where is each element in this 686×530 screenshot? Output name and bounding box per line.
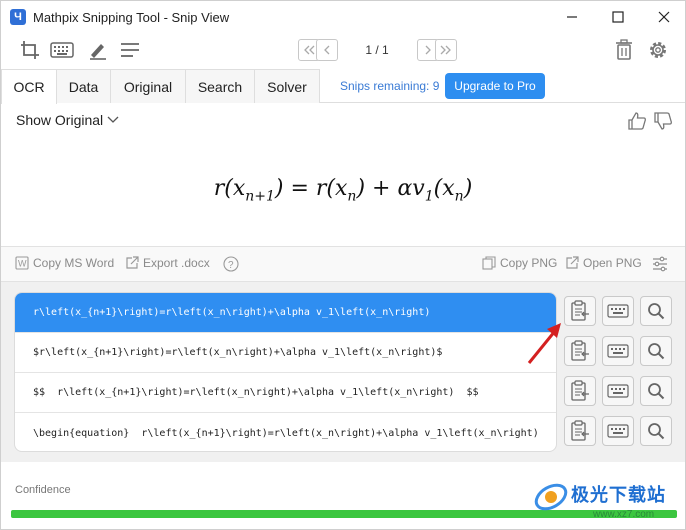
thumbs-down-icon	[654, 112, 672, 130]
pager-count: 1 / 1	[365, 43, 389, 57]
svg-text:?: ?	[228, 260, 234, 271]
keyboard-icon	[50, 42, 74, 58]
chevron-left-icon	[324, 45, 330, 55]
edit-result-button[interactable]	[602, 296, 634, 326]
result-tabs: OCR Data Original Search Solver Snips re…	[1, 69, 685, 104]
copy-result-button[interactable]	[564, 336, 596, 366]
external-link-icon	[566, 256, 579, 269]
upgrade-button[interactable]: Upgrade to Pro	[445, 73, 545, 99]
search-icon	[648, 343, 665, 360]
crop-snip-icon	[21, 41, 39, 59]
mathpix-logo-icon: Ч	[10, 9, 26, 25]
tab-data[interactable]: Data	[56, 69, 111, 103]
external-link-icon	[126, 256, 139, 269]
close-icon	[658, 11, 670, 23]
list-item[interactable]: $r\left(x_{n+1}\right)=r\left(x_n\right)…	[15, 333, 556, 373]
title-bar: Ч Mathpix Snipping Tool - Snip View	[1, 1, 685, 33]
help-icon: ?	[223, 256, 239, 272]
edit-result-button[interactable]	[602, 416, 634, 446]
list-item[interactable]: $$ r\left(x_{n+1}\right)=r\left(x_n\righ…	[15, 373, 556, 413]
svg-text:W: W	[18, 259, 27, 269]
copy-result-button[interactable]	[564, 296, 596, 326]
chevron-down-icon	[107, 116, 119, 123]
copy-icon	[482, 256, 496, 270]
maximize-button[interactable]	[595, 1, 641, 33]
watermark-url: www.xz7.com	[593, 509, 655, 520]
edit-result-button[interactable]	[602, 336, 634, 366]
tab-original[interactable]: Original	[110, 69, 186, 103]
clipboard-icon	[571, 380, 589, 401]
double-chevron-right-icon	[440, 45, 451, 55]
toolbar: 1 / 1	[1, 33, 685, 67]
thumbs-up-icon	[628, 112, 646, 130]
handwriting-button[interactable]	[85, 37, 111, 63]
watermark: 极光下载站 www.xz7.com	[525, 475, 686, 530]
minimize-icon	[567, 16, 577, 18]
open-png-button[interactable]: Open PNG	[565, 256, 642, 270]
thumbs-up-button[interactable]	[627, 111, 647, 131]
show-original-label: Show Original	[16, 112, 104, 128]
trash-icon	[616, 39, 632, 60]
format-settings-button[interactable]	[651, 255, 669, 273]
annotation-arrow-icon	[527, 323, 561, 364]
maximize-icon	[612, 11, 624, 23]
watermark-text: 极光下载站	[571, 485, 666, 505]
keyboard-icon	[607, 424, 629, 438]
show-original-toggle[interactable]: Show Original	[16, 112, 120, 128]
edit-result-button[interactable]	[602, 376, 634, 406]
pen-icon	[90, 44, 106, 60]
sliders-icon	[653, 256, 667, 272]
list-menu-icon	[121, 43, 139, 57]
chevron-right-icon	[425, 45, 431, 55]
copy-result-button[interactable]	[564, 376, 596, 406]
tab-search[interactable]: Search	[185, 69, 255, 103]
app-window: Ч Mathpix Snipping Tool - Snip View 1 / …	[0, 0, 686, 530]
watermark-logo-icon	[534, 483, 568, 511]
copy-result-button[interactable]	[564, 416, 596, 446]
window-title: Mathpix Snipping Tool - Snip View	[33, 9, 230, 25]
tab-ocr[interactable]: OCR	[1, 69, 57, 104]
search-result-button[interactable]	[640, 336, 672, 366]
keyboard-input-button[interactable]	[49, 37, 75, 63]
gear-icon	[650, 42, 666, 58]
rendered-formula: r(xn+1) = r(xn) + αv1(xn)	[213, 176, 473, 205]
minimize-button[interactable]	[549, 1, 595, 33]
double-chevron-left-icon	[304, 45, 315, 55]
search-result-button[interactable]	[640, 376, 672, 406]
search-result-button[interactable]	[640, 416, 672, 446]
new-snip-button[interactable]	[17, 37, 43, 63]
confidence-label: Confidence	[15, 484, 71, 496]
last-snip-button[interactable]	[435, 39, 457, 61]
list-item[interactable]: \begin{equation} r\left(x_{n+1}\right)=r…	[15, 413, 556, 451]
keyboard-icon	[607, 344, 629, 358]
thumbs-down-button[interactable]	[653, 111, 673, 131]
search-icon	[648, 383, 665, 400]
export-docx-button[interactable]: Export .docx	[125, 256, 210, 270]
help-button[interactable]: ?	[223, 256, 239, 272]
copy-ms-word-button[interactable]: W Copy MS Word	[15, 256, 114, 270]
menu-button[interactable]	[117, 37, 143, 63]
settings-button[interactable]	[645, 37, 671, 63]
clipboard-icon	[571, 420, 589, 441]
tab-solver[interactable]: Solver	[254, 69, 320, 103]
actions-bar: W Copy MS Word Export .docx ? Copy PNG O…	[1, 246, 685, 282]
delete-snip-button[interactable]	[611, 37, 637, 63]
word-icon: W	[15, 256, 29, 270]
keyboard-icon	[607, 384, 629, 398]
snips-remaining: Snips remaining: 9	[340, 79, 440, 93]
list-item[interactable]: r\left(x_{n+1}\right)=r\left(x_n\right)+…	[15, 293, 556, 333]
latex-results-list: r\left(x_{n+1}\right)=r\left(x_n\right)+…	[14, 292, 557, 452]
results-panel: r\left(x_{n+1}\right)=r\left(x_n\right)+…	[1, 282, 685, 462]
search-icon	[648, 423, 665, 440]
prev-snip-button[interactable]	[316, 39, 338, 61]
keyboard-icon	[607, 304, 629, 318]
clipboard-icon	[571, 300, 589, 321]
copy-png-button[interactable]: Copy PNG	[482, 256, 557, 270]
clipboard-icon	[571, 340, 589, 361]
search-icon	[648, 303, 665, 320]
close-button[interactable]	[641, 1, 686, 33]
search-result-button[interactable]	[640, 296, 672, 326]
